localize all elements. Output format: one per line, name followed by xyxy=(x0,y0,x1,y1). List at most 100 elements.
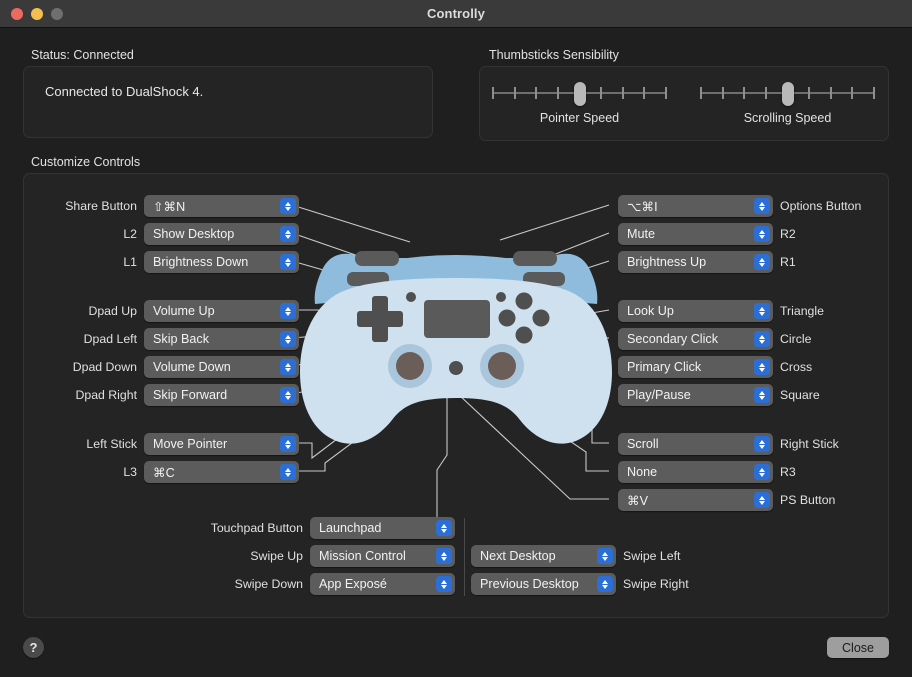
popup-button-left-stick[interactable]: Move Pointer xyxy=(144,433,299,455)
popup-value-share-button: ⇧⌘N xyxy=(153,199,186,214)
stepper-icon[interactable] xyxy=(280,303,296,319)
slider-tick xyxy=(764,87,767,99)
stepper-icon[interactable] xyxy=(754,492,770,508)
stepper-icon[interactable] xyxy=(754,464,770,480)
scrolling-speed-slider-unit: Scrolling Speed xyxy=(700,82,875,125)
stepper-icon[interactable] xyxy=(280,464,296,480)
popup-value-touchpad-button: Launchpad xyxy=(319,521,382,535)
slider-thumb[interactable] xyxy=(573,82,586,106)
popup-button-dpad-left[interactable]: Skip Back xyxy=(144,328,299,350)
popup-button-square[interactable]: Play/Pause xyxy=(618,384,773,406)
slider-tick xyxy=(873,87,875,99)
slider-tick xyxy=(556,87,559,99)
popup-button-triangle[interactable]: Look Up xyxy=(618,300,773,322)
popup-button-swipe-down[interactable]: App Exposé xyxy=(310,573,455,595)
popup-button-swipe-left[interactable]: Next Desktop xyxy=(471,545,616,567)
popup-button-cross[interactable]: Primary Click xyxy=(618,356,773,378)
popup-value-dpad-down: Volume Down xyxy=(153,360,231,374)
popup-button-ps-button[interactable]: ⌘V xyxy=(618,489,773,511)
slider-tick xyxy=(808,87,811,99)
popup-button-dpad-right[interactable]: Skip Forward xyxy=(144,384,299,406)
stepper-icon[interactable] xyxy=(754,387,770,403)
stepper-icon[interactable] xyxy=(280,331,296,347)
stepper-icon[interactable] xyxy=(754,436,770,452)
scrolling-speed-label: Scrolling Speed xyxy=(743,111,832,125)
control-row-left-stick: Left Stick Move Pointer xyxy=(41,433,299,455)
stepper-icon[interactable] xyxy=(754,254,770,270)
stepper-icon[interactable] xyxy=(436,520,452,536)
control-label-l2: L2 xyxy=(123,227,137,241)
stepper-icon[interactable] xyxy=(597,548,613,564)
popup-value-dpad-up: Volume Up xyxy=(153,304,215,318)
stepper-icon[interactable] xyxy=(597,576,613,592)
popup-button-circle[interactable]: Secondary Click xyxy=(618,328,773,350)
control-row-dpad-up: Dpad Up Volume Up xyxy=(41,300,299,322)
slider-tick xyxy=(829,87,832,99)
stepper-icon[interactable] xyxy=(436,576,452,592)
stepper-icon[interactable] xyxy=(754,198,770,214)
app-window: Controlly Status: Connected Connected to… xyxy=(0,0,912,677)
popup-value-r3: None xyxy=(627,465,658,479)
slider-tick xyxy=(721,87,724,99)
popup-button-r3[interactable]: None xyxy=(618,461,773,483)
popup-value-square: Play/Pause xyxy=(627,388,691,402)
control-row-l3: L3 ⌘C xyxy=(41,461,299,483)
control-label-touchpad-button: Touchpad Button xyxy=(210,521,303,535)
stepper-icon[interactable] xyxy=(280,359,296,375)
stepper-icon[interactable] xyxy=(436,548,452,564)
popup-button-touchpad-button[interactable]: Launchpad xyxy=(310,517,455,539)
popup-button-share-button[interactable]: ⇧⌘N xyxy=(144,195,299,217)
pointer-speed-label: Pointer Speed xyxy=(539,111,620,125)
popup-button-dpad-down[interactable]: Volume Down xyxy=(144,356,299,378)
stepper-icon[interactable] xyxy=(280,436,296,452)
control-row-r1: Brightness Up R1 xyxy=(618,251,880,273)
control-row-square: Play/Pause Square xyxy=(618,384,880,406)
control-row-swipe-down: Swipe Down App Exposé xyxy=(199,573,455,595)
stepper-icon[interactable] xyxy=(280,226,296,242)
stepper-icon[interactable] xyxy=(754,359,770,375)
slider-thumb[interactable] xyxy=(781,82,794,106)
popup-value-circle: Secondary Click xyxy=(627,332,718,346)
popup-button-swipe-up[interactable]: Mission Control xyxy=(310,545,455,567)
stepper-icon[interactable] xyxy=(280,254,296,270)
control-label-share-button: Share Button xyxy=(65,199,137,213)
window-title: Controlly xyxy=(427,6,485,21)
control-label-r3: R3 xyxy=(780,465,796,479)
control-row-options-button: ⌥⌘I Options Button xyxy=(618,195,880,217)
slider-tick xyxy=(743,87,746,99)
control-label-right-stick: Right Stick xyxy=(780,437,839,451)
control-label-options-button: Options Button xyxy=(780,199,862,213)
stepper-icon[interactable] xyxy=(280,387,296,403)
stepper-icon[interactable] xyxy=(754,303,770,319)
pointer-speed-slider-unit: Pointer Speed xyxy=(492,82,667,125)
control-row-l2: L2 Show Desktop xyxy=(41,223,299,245)
popup-button-swipe-right[interactable]: Previous Desktop xyxy=(471,573,616,595)
thumbsticks-group-label: Thumbsticks Sensibility xyxy=(489,48,619,62)
control-label-dpad-left: Dpad Left xyxy=(83,332,137,346)
control-label-circle: Circle xyxy=(780,332,812,346)
scrolling-speed-slider[interactable] xyxy=(700,82,875,106)
control-label-dpad-up: Dpad Up xyxy=(88,304,137,318)
close-button[interactable]: Close xyxy=(827,637,889,658)
popup-button-l1[interactable]: Brightness Down xyxy=(144,251,299,273)
stepper-icon[interactable] xyxy=(754,331,770,347)
popup-button-options-button[interactable]: ⌥⌘I xyxy=(618,195,773,217)
control-label-l1: L1 xyxy=(123,255,137,269)
popup-button-l2[interactable]: Show Desktop xyxy=(144,223,299,245)
help-button[interactable]: ? xyxy=(23,637,44,658)
control-label-left-stick: Left Stick xyxy=(86,437,137,451)
pointer-speed-slider[interactable] xyxy=(492,82,667,106)
slider-tick xyxy=(665,87,667,99)
popup-button-dpad-up[interactable]: Volume Up xyxy=(144,300,299,322)
stepper-icon[interactable] xyxy=(754,226,770,242)
popup-value-r2: Mute xyxy=(627,227,655,241)
popup-button-r2[interactable]: Mute xyxy=(618,223,773,245)
stepper-icon[interactable] xyxy=(280,198,296,214)
popup-value-ps-button: ⌘V xyxy=(627,493,648,508)
popup-button-l3[interactable]: ⌘C xyxy=(144,461,299,483)
popup-button-r1[interactable]: Brightness Up xyxy=(618,251,773,273)
status-group-label: Status: Connected xyxy=(31,48,134,62)
popup-button-right-stick[interactable]: Scroll xyxy=(618,433,773,455)
slider-tick xyxy=(851,87,854,99)
control-row-ps-button: ⌘V PS Button xyxy=(618,489,880,511)
